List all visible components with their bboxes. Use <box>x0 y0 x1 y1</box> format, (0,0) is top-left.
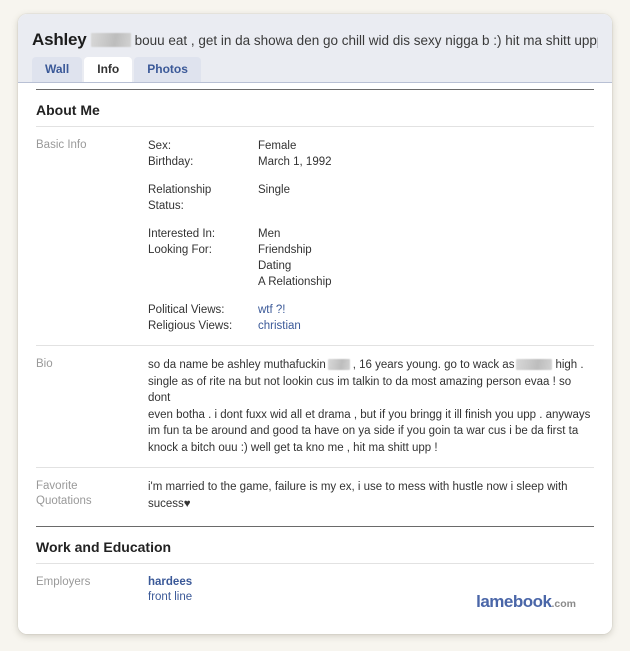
field-key-sex: Sex: <box>148 140 172 152</box>
row-content-bio: so da name be ashley muthafuckin , 16 yea… <box>148 357 594 456</box>
profile-header: Ashley bouu eat , get in da showa den go … <box>18 14 612 83</box>
field-key-birthday: Birthday: <box>148 156 194 168</box>
field-value-birthday: March 1, 1992 <box>258 156 332 168</box>
bio-line-1b: , 16 years young. go to wack as <box>352 359 515 371</box>
redacted-surname-icon <box>327 358 350 370</box>
field-value-political-views: wtf ?! <box>258 290 332 318</box>
redacted-name-icon <box>90 33 131 48</box>
field-key-looking-for: Looking For: <box>148 244 212 256</box>
section-title-work-and-education: Work and Education <box>36 526 594 563</box>
field-value-sex: Female <box>258 140 297 152</box>
political-views-link[interactable]: wtf ?! <box>258 304 285 316</box>
card-body: About Me Basic Info Sex: Female Birthday… <box>18 89 612 616</box>
status-text: bouu eat , get in da showa den go chill … <box>134 33 598 48</box>
field-key-interested-in: Interested In: <box>148 228 216 240</box>
bio-line-3: even botha . i dont fuxx wid all et dram… <box>148 408 591 421</box>
field-interested-in: Interested In: Men <box>148 214 332 242</box>
quote-line-2: sucess <box>148 498 184 510</box>
row-label-favorite-quotations-line1: Favorite <box>36 480 78 492</box>
redacted-school-icon <box>516 358 553 370</box>
watermark-tld: .com <box>551 598 576 610</box>
quote-line-1: i'm married to the game, failure is my e… <box>148 481 568 493</box>
field-looking-for-extra-1: Dating <box>148 258 332 274</box>
field-looking-for-extra-2: A Relationship <box>148 274 332 290</box>
profile-card: Ashley bouu eat , get in da showa den go … <box>18 14 612 634</box>
field-value-relationship-status: Single <box>258 184 290 196</box>
heart-icon: ♥ <box>183 498 191 510</box>
field-religious-views: Religious Views: christian <box>148 318 332 334</box>
bio-line-1a: so da name be ashley muthafuckin <box>148 359 326 371</box>
field-value-looking-for-3: A Relationship <box>258 276 332 288</box>
employer-company-wrap: hardees <box>148 575 594 590</box>
section-title-about-me: About Me <box>36 89 594 126</box>
watermark-lamebook: lamebook.com <box>476 592 576 612</box>
row-favorite-quotations: Favorite Quotations i'm married to the g… <box>36 467 594 524</box>
watermark-brand: lamebook <box>476 592 552 611</box>
page-title: Ashley <box>32 30 87 49</box>
row-label-favorite-quotations-line2: Quotations <box>36 495 92 507</box>
field-birthday: Birthday: March 1, 1992 <box>148 154 332 170</box>
bio-line-4: im fun ta be around and good ta have on … <box>148 425 579 437</box>
row-label-favorite-quotations: Favorite Quotations <box>36 479 148 513</box>
tab-info[interactable]: Info <box>84 57 133 82</box>
bio-line-1c: high . <box>555 359 584 371</box>
field-value-looking-for-1: Friendship <box>258 244 312 256</box>
tab-photos[interactable]: Photos <box>134 57 201 82</box>
field-key-political-views: Political Views: <box>148 304 225 316</box>
field-key-religious-views: Religious Views: <box>148 320 233 332</box>
field-sex: Sex: Female <box>148 138 332 154</box>
field-value-religious-views: christian <box>258 318 332 334</box>
row-label-basic-info: Basic Info <box>36 139 87 151</box>
row-label-employers: Employers <box>36 576 91 588</box>
employer-position-link[interactable]: front line <box>148 591 192 603</box>
field-value-looking-for-2: Dating <box>258 260 292 272</box>
bio-line-2: single as of rite na but not lookin cus … <box>148 375 572 405</box>
religious-views-link[interactable]: christian <box>258 320 301 332</box>
row-content-basic-info: Sex: Female Birthday: March 1, 1992 Rela… <box>148 138 594 334</box>
basic-info-table: Sex: Female Birthday: March 1, 1992 Rela… <box>148 138 332 334</box>
tab-wall[interactable]: Wall <box>32 57 83 82</box>
field-value-interested-in: Men <box>258 228 281 240</box>
field-key-blank-1 <box>148 258 258 274</box>
field-relationship-status: Relationship Status: Single <box>148 170 332 214</box>
field-key-relationship-status: Relationship Status: <box>148 184 212 212</box>
row-label-bio: Bio <box>36 358 53 370</box>
tab-bar: Wall Info Photos <box>32 57 598 82</box>
employer-company-link[interactable]: hardees <box>148 576 192 588</box>
field-looking-for: Looking For: Friendship <box>148 242 332 258</box>
row-basic-info: Basic Info Sex: Female Birthday: March 1… <box>36 126 594 345</box>
field-political-views: Political Views: wtf ?! <box>148 290 332 318</box>
status-line: Ashley bouu eat , get in da showa den go … <box>32 30 598 50</box>
bio-line-5: knock a bitch ouu :) well get ta kno me … <box>148 441 438 454</box>
row-bio: Bio so da name be ashley muthafuckin , 16… <box>36 345 594 467</box>
field-key-blank-2 <box>148 274 258 290</box>
row-content-favorite-quotations: i'm married to the game, failure is my e… <box>148 479 594 513</box>
